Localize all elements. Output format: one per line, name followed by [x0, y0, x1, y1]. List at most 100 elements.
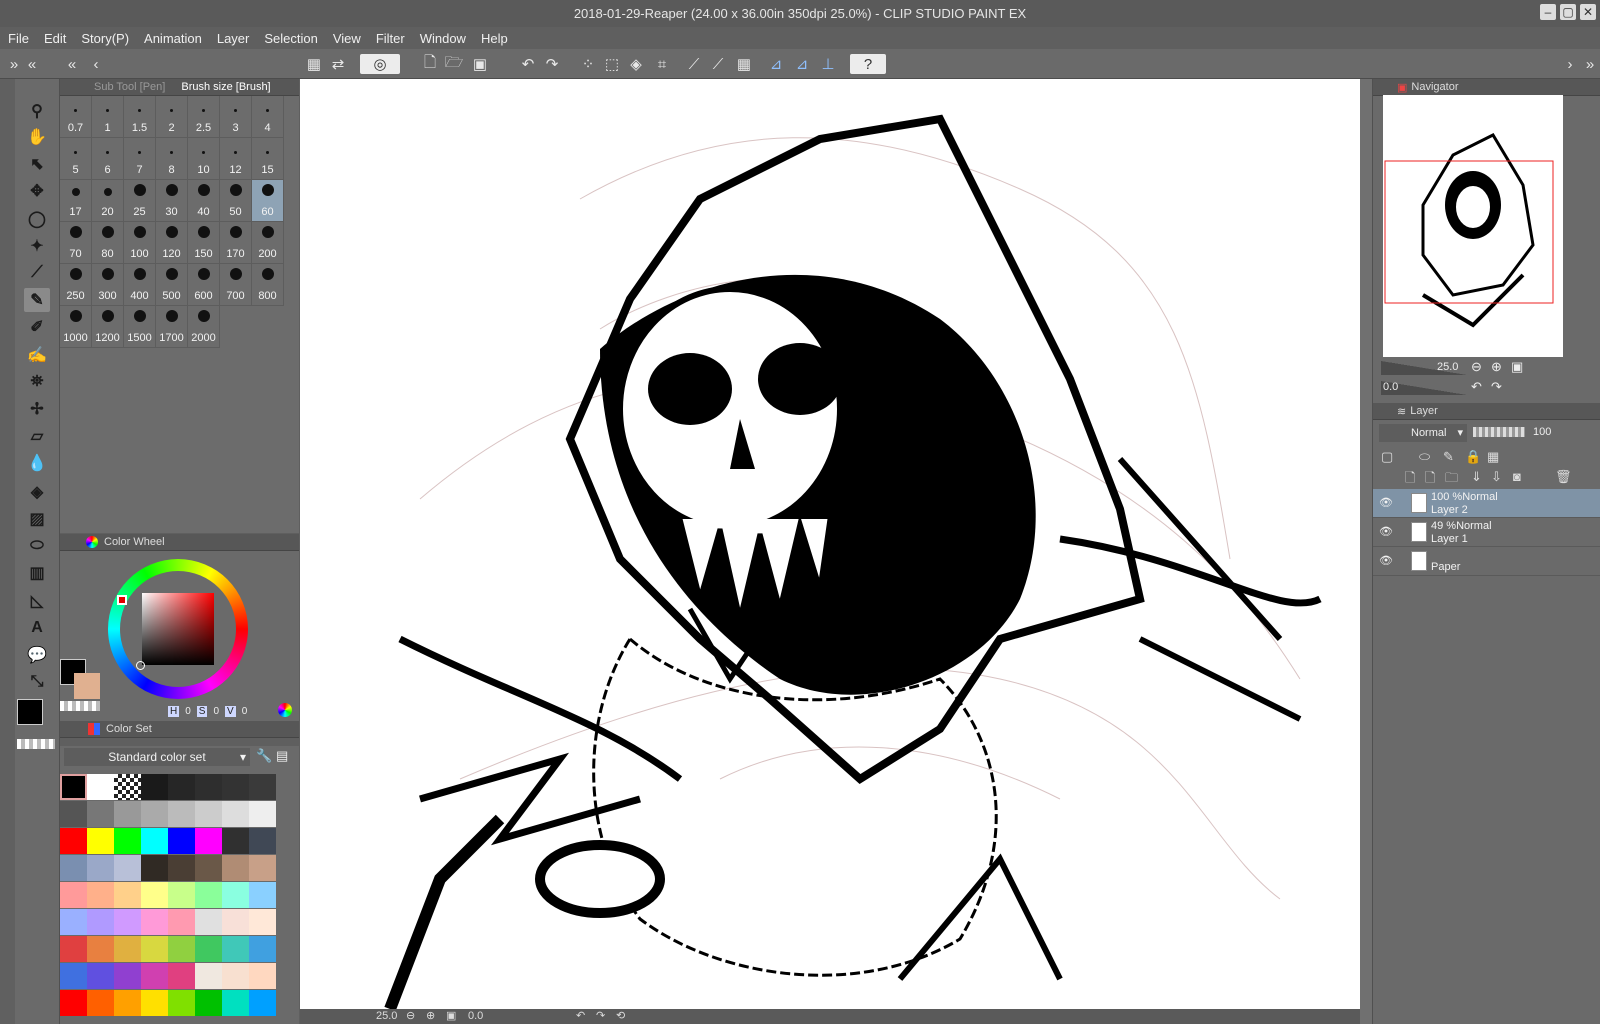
color-swatch[interactable] [114, 990, 141, 1016]
color-swatch[interactable] [195, 963, 222, 989]
color-swatch[interactable] [222, 774, 249, 800]
color-swatch[interactable] [195, 990, 222, 1016]
color-swatch[interactable] [249, 801, 276, 827]
brush-size-cell[interactable]: 3 [220, 96, 252, 138]
auto-select-tool-icon[interactable]: ✦ [24, 234, 50, 258]
color-swatch[interactable] [249, 774, 276, 800]
fill-tool-icon[interactable]: ◈ [24, 480, 50, 504]
zoom-in-icon[interactable]: ⊕ [426, 1009, 435, 1022]
color-swatch[interactable] [195, 774, 222, 800]
transparent-color-swatch[interactable] [17, 739, 55, 749]
color-swatch[interactable] [195, 936, 222, 962]
color-swatch[interactable] [222, 828, 249, 854]
color-swatch[interactable] [141, 855, 168, 881]
fit-navigator-icon[interactable]: ▣ [1511, 359, 1523, 375]
color-swatch[interactable] [168, 990, 195, 1016]
brush-size-cell[interactable]: 25 [124, 180, 156, 222]
correct-line-tool-icon[interactable]: ⤡ [24, 670, 50, 694]
menu-file[interactable]: File [8, 31, 29, 46]
decoration-tool-icon[interactable]: ✢ [24, 397, 50, 421]
lock-layer-icon[interactable]: 🔒 [1465, 449, 1481, 465]
color-swatch[interactable] [141, 990, 168, 1016]
snap-3d-icon[interactable]: ⊥ [818, 54, 838, 74]
transfer-down-icon[interactable]: ⇓ [1471, 469, 1482, 485]
delete-layer-icon[interactable]: 🗑 [1555, 469, 1572, 485]
tab-sub-tool-pen[interactable]: Sub Tool [Pen] [94, 81, 165, 93]
brush-size-cell[interactable]: 1500 [124, 306, 156, 348]
brush-size-cell[interactable]: 15 [252, 138, 284, 180]
navigator-rotation-value[interactable]: 0.0 [1383, 381, 1398, 393]
brush-size-cell[interactable]: 6 [92, 138, 124, 180]
color-swatch[interactable] [60, 963, 87, 989]
brush-size-cell[interactable]: 4 [252, 96, 284, 138]
save-icon[interactable]: ▣ [470, 54, 490, 74]
eyedropper-tool-icon[interactable]: ⟋ [24, 261, 50, 285]
brush-size-cell[interactable]: 400 [124, 264, 156, 306]
color-swatch[interactable] [141, 828, 168, 854]
brush-size-cell[interactable]: 17 [60, 180, 92, 222]
brush-size-cell[interactable]: 700 [220, 264, 252, 306]
color-swatch[interactable] [249, 909, 276, 935]
navigator-preview[interactable] [1383, 95, 1563, 357]
menu-help[interactable]: Help [481, 31, 508, 46]
color-swatch[interactable] [141, 936, 168, 962]
brush-tool-icon[interactable]: ✍ [24, 343, 50, 367]
color-swatch[interactable] [60, 936, 87, 962]
color-swatch[interactable] [114, 882, 141, 908]
hue-marker[interactable] [117, 595, 127, 605]
snap-ruler-icon[interactable]: ⟋ [708, 54, 728, 74]
color-swatch[interactable] [249, 963, 276, 989]
color-swatch[interactable] [60, 990, 87, 1016]
color-swatch[interactable] [87, 936, 114, 962]
menu-layer[interactable]: Layer [217, 31, 250, 46]
brush-size-cell[interactable]: 150 [188, 222, 220, 264]
color-swatch[interactable] [87, 855, 114, 881]
brush-size-cell[interactable]: 80 [92, 222, 124, 264]
menu-story[interactable]: Story(P) [81, 31, 129, 46]
color-swatch[interactable] [87, 909, 114, 935]
collapse-left-icon[interactable]: « [62, 54, 82, 74]
color-swatch[interactable] [87, 801, 114, 827]
status-rotation[interactable]: 0.0 [468, 1010, 483, 1022]
zoom-in-icon[interactable]: ⊕ [1491, 359, 1502, 375]
layer-row[interactable]: 👁 Paper [1373, 547, 1600, 576]
brush-size-cell[interactable]: 2000 [188, 306, 220, 348]
clip-studio-button[interactable]: ◎ [360, 54, 400, 74]
balloon-tool-icon[interactable]: 💬 [24, 643, 50, 667]
brush-size-cell[interactable]: 5 [60, 138, 92, 180]
open-file-icon[interactable]: 🗁 [444, 54, 464, 74]
color-swatch[interactable] [87, 882, 114, 908]
blend-mode-dropdown[interactable]: Normal ▾ [1379, 424, 1467, 442]
color-swatch[interactable] [87, 963, 114, 989]
fill-icon[interactable]: ◈ [626, 54, 646, 74]
brush-size-cell[interactable]: 1200 [92, 306, 124, 348]
brush-size-cell[interactable]: 40 [188, 180, 220, 222]
brush-size-cell[interactable]: 200 [252, 222, 284, 264]
blend-tool-icon[interactable]: 💧 [24, 451, 50, 475]
color-swatch[interactable] [114, 774, 141, 800]
brush-size-cell[interactable]: 30 [156, 180, 188, 222]
pen-tool-icon[interactable]: ✎ [24, 288, 50, 312]
color-swatch[interactable] [249, 882, 276, 908]
menu-selection[interactable]: Selection [264, 31, 317, 46]
color-set-settings-icon[interactable]: ▤ [276, 748, 288, 764]
brush-size-cell[interactable]: 8 [156, 138, 188, 180]
layer-row[interactable]: 👁 49 %Normal Layer 1 [1373, 518, 1600, 547]
menu-edit[interactable]: Edit [44, 31, 66, 46]
rotate-right-icon[interactable]: ↷ [1491, 379, 1502, 395]
brush-size-cell[interactable]: 300 [92, 264, 124, 306]
drawing-canvas[interactable] [300, 79, 1360, 1009]
status-zoom[interactable]: 25.0 [376, 1010, 397, 1022]
new-folder-icon[interactable]: 🗀 [1445, 469, 1458, 491]
color-swatch[interactable] [222, 909, 249, 935]
vertical-scrollbar[interactable] [1360, 79, 1372, 1024]
color-swatch[interactable] [222, 936, 249, 962]
eye-icon[interactable]: 👁 [1379, 496, 1393, 509]
hand-tool-icon[interactable]: ✋ [24, 125, 50, 149]
fit-icon[interactable]: ▣ [446, 1009, 456, 1022]
draft-layer-icon[interactable]: ✎ [1443, 449, 1454, 465]
rotate-left-icon[interactable]: ↶ [576, 1009, 585, 1022]
new-raster-layer-icon[interactable]: 🗋 [1405, 469, 1415, 491]
color-swatch[interactable] [195, 828, 222, 854]
brush-size-cell[interactable]: 20 [92, 180, 124, 222]
